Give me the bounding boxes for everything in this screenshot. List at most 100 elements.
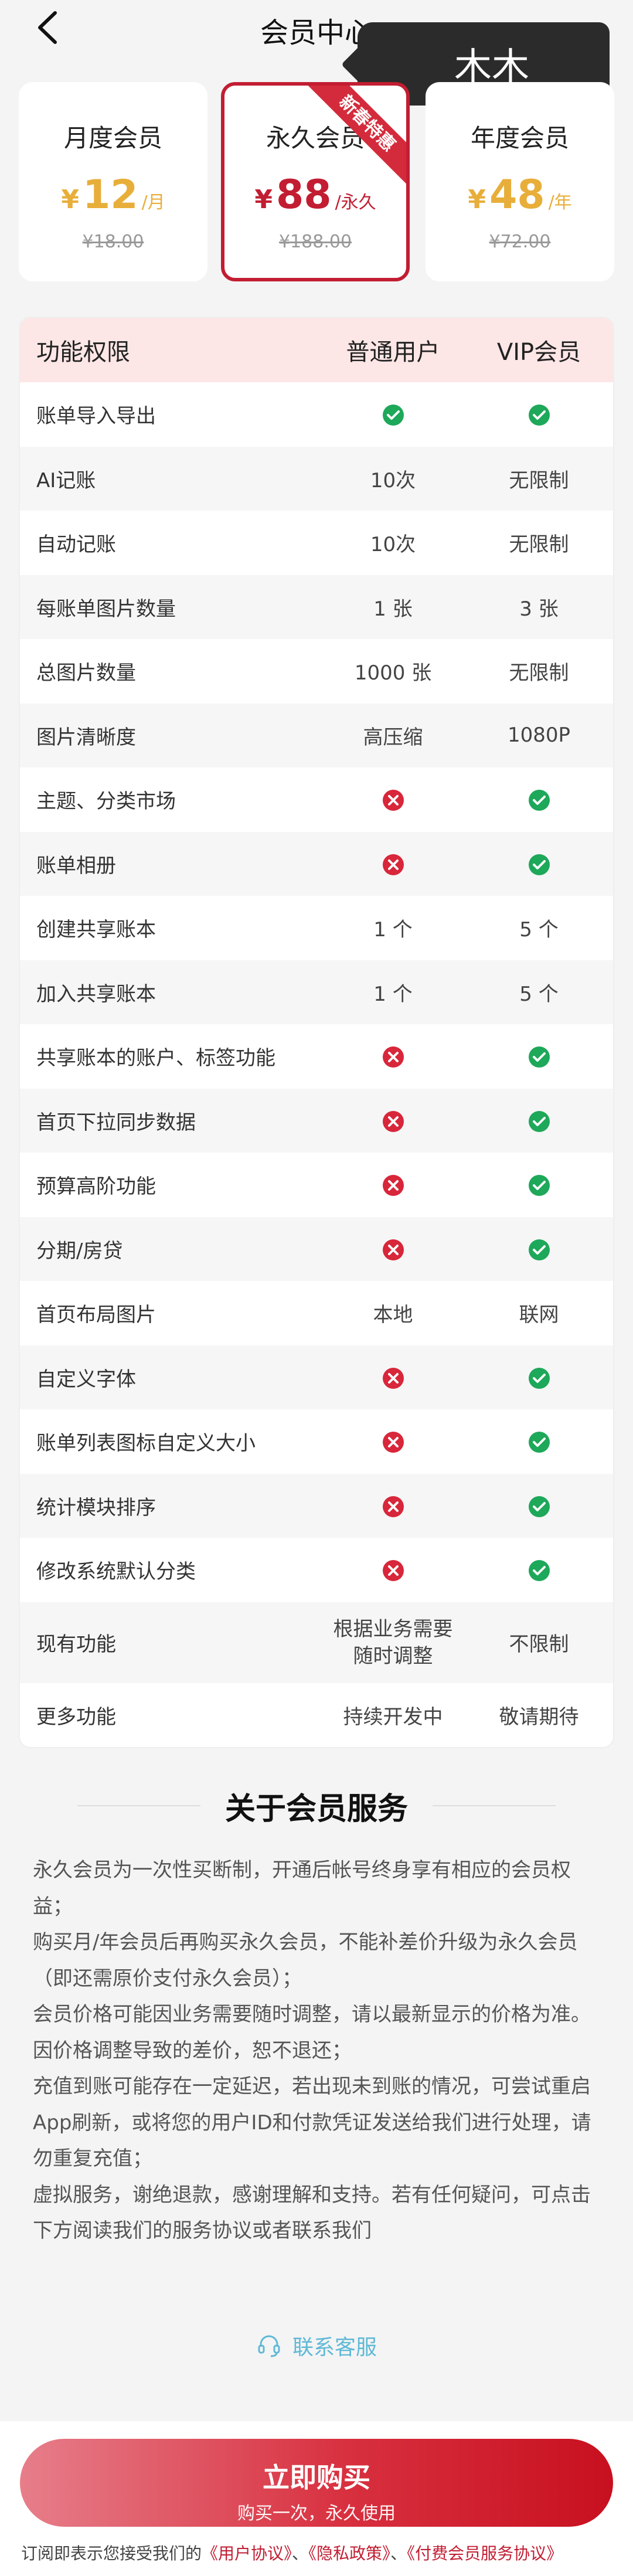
bottom-purchase-bar: 立即购买 购买一次，永久使用 订阅即表示您接受我们的《用户协议》、《隐私政策》、… (0, 2421, 633, 2576)
plan-card-yearly[interactable]: 年度会员 ¥ 48 /年 ¥72.00 (426, 82, 614, 281)
cross-circle-icon (382, 1496, 404, 1518)
header-normal-user: 普通用户 (346, 339, 440, 366)
normal-user-value: 1000 张 (354, 661, 432, 685)
about-text: 永久会员为一次性买断制，开通后帐号终身享有相应的会员权益； 购买月/年会员后再购… (33, 1853, 600, 2249)
headset-icon (258, 2335, 280, 2357)
feature-name: 共享账本的账户、标签功能 (36, 1046, 275, 1070)
vip-value: 无限制 (509, 468, 569, 492)
normal-user-value: 10次 (370, 468, 416, 492)
vip-value: 联网 (519, 1303, 559, 1327)
check-circle-icon (528, 1239, 550, 1261)
vip-value (465, 403, 613, 427)
cross-circle-icon (382, 1174, 404, 1197)
table-row: 创建共享账本 1 个 5 个 (20, 896, 613, 960)
table-row: 加入共享账本 1 个 5 个 (20, 960, 613, 1024)
price-unit: /月 (141, 192, 165, 213)
table-row: 账单列表图标自定义大小 (20, 1409, 613, 1474)
normal-user-value: 1 个 (373, 982, 413, 1006)
vip-value (465, 1237, 613, 1261)
normal-user-value (321, 1045, 465, 1069)
feature-name: 账单列表图标自定义大小 (36, 1432, 256, 1456)
vip-value (465, 852, 613, 876)
normal-user-value (321, 788, 465, 812)
table-row: 更多功能 持续开发中 敬请期待 (20, 1683, 613, 1748)
feature-name: 账单导入导出 (36, 405, 156, 429)
table-row: 总图片数量 1000 张 无限制 (20, 639, 613, 704)
buy-now-button[interactable]: 立即购买 购买一次，永久使用 (20, 2439, 613, 2527)
feature-name: 主题、分类市场 (36, 790, 176, 814)
check-circle-icon (528, 404, 550, 426)
normal-user-value (321, 1237, 465, 1261)
vip-value (465, 1045, 613, 1069)
about-paragraph: 永久会员为一次性买断制，开通后帐号终身享有相应的会员权益； (33, 1858, 571, 1918)
vip-value: 1080P (508, 723, 571, 747)
price-amount: 88 (275, 172, 332, 218)
plan-card-monthly[interactable]: 月度会员 ¥ 12 /月 ¥18.00 (19, 82, 207, 281)
normal-user-value (321, 403, 465, 427)
normal-user-value (321, 1430, 465, 1454)
divider (77, 1805, 200, 1806)
about-paragraph: 购买月/年会员后再购买永久会员，不能补差价升级为永久会员（即还需原价支付永久会员… (33, 1931, 578, 1990)
user-agreement-link[interactable]: 《用户协议》 (202, 2544, 292, 2563)
header-vip: VIP会员 (496, 339, 581, 366)
plan-original-price: ¥72.00 (489, 232, 551, 252)
header-feature: 功能权限 (36, 339, 130, 366)
feature-name: AI记账 (36, 468, 96, 492)
check-circle-icon (528, 1431, 550, 1453)
terms-prefix: 订阅即表示您接受我们的 (21, 2544, 202, 2563)
table-row: 修改系统默认分类 (20, 1538, 613, 1602)
plan-price: ¥ 48 /年 (426, 172, 614, 219)
table-row: 现有功能 根据业务需要 随时调整 不限制 (20, 1602, 613, 1683)
feature-name: 创建共享账本 (36, 918, 156, 942)
table-row: 主题、分类市场 (20, 767, 613, 832)
price-unit: /年 (548, 192, 572, 213)
vip-value (465, 1109, 613, 1133)
terms-separator: 、 (390, 2544, 407, 2563)
table-row: 共享账本的账户、标签功能 (20, 1024, 613, 1089)
normal-user-value (321, 852, 465, 876)
check-circle-icon (528, 1110, 550, 1133)
feature-name: 更多功能 (36, 1705, 116, 1729)
plan-original-price: ¥188.00 (278, 232, 352, 252)
about-paragraph: 虚拟服务，谢绝退款，感谢理解和支持。若有任何疑问，可点击下方阅读我们的服务协议或… (33, 2183, 591, 2243)
privacy-policy-link[interactable]: 《隐私政策》 (308, 2544, 390, 2563)
vip-value: 不限制 (509, 1633, 569, 1656)
table-header: 功能权限 普通用户 VIP会员 (20, 318, 613, 382)
terms-notice: 订阅即表示您接受我们的《用户协议》、《隐私政策》、《付费会员服务协议》 (21, 2541, 563, 2564)
contact-support-link[interactable]: 联系客服 (0, 2330, 633, 2361)
table-row: 预算高阶功能 (20, 1153, 613, 1217)
cell-line: 根据业务需要 (333, 1617, 453, 1641)
cross-circle-icon (382, 1559, 404, 1582)
cross-circle-icon (382, 1046, 404, 1068)
normal-user-value (321, 1365, 465, 1389)
vip-value: 5 个 (519, 982, 559, 1006)
plan-name: 年度会员 (470, 124, 569, 152)
vip-value: 5 个 (519, 918, 559, 942)
paid-membership-agreement-link[interactable]: 《付费会员服务协议》 (407, 2544, 563, 2563)
price-currency: ¥ (61, 185, 79, 215)
cross-circle-icon (382, 1431, 404, 1453)
feature-name: 加入共享账本 (36, 982, 156, 1006)
feature-name: 现有功能 (36, 1633, 116, 1656)
table-row: 账单导入导出 (20, 382, 613, 447)
plan-card-lifetime[interactable]: 新春特惠 永久会员 ¥ 88 /永久 ¥188.00 (221, 82, 410, 281)
price-unit: /永久 (335, 192, 376, 213)
check-circle-icon (528, 1174, 550, 1197)
buy-button-sublabel: 购买一次，永久使用 (237, 2503, 396, 2524)
table-row: 分期/房贷 (20, 1216, 613, 1281)
normal-user-value: 根据业务需要 随时调整 (321, 1616, 465, 1670)
cross-circle-icon (382, 1110, 404, 1133)
table-row: 每账单图片数量 1 张 3 张 (20, 575, 613, 639)
feature-name: 自动记账 (36, 533, 116, 557)
feature-name: 首页下拉同步数据 (36, 1110, 196, 1134)
vip-value (465, 1494, 613, 1518)
feature-name: 总图片数量 (36, 661, 136, 685)
feature-name: 首页布局图片 (36, 1303, 156, 1327)
cross-circle-icon (382, 1367, 404, 1389)
vip-value: 3 张 (519, 597, 559, 621)
vip-value: 敬请期待 (499, 1705, 579, 1729)
plan-price: ¥ 12 /月 (19, 172, 207, 219)
table-row: 自定义字体 (20, 1345, 613, 1409)
price-currency: ¥ (254, 185, 273, 215)
about-paragraph: 会员价格可能因业务需要随时调整，请以最新显示的价格为准。因价格调整导致的差价，恕… (33, 2003, 591, 2062)
